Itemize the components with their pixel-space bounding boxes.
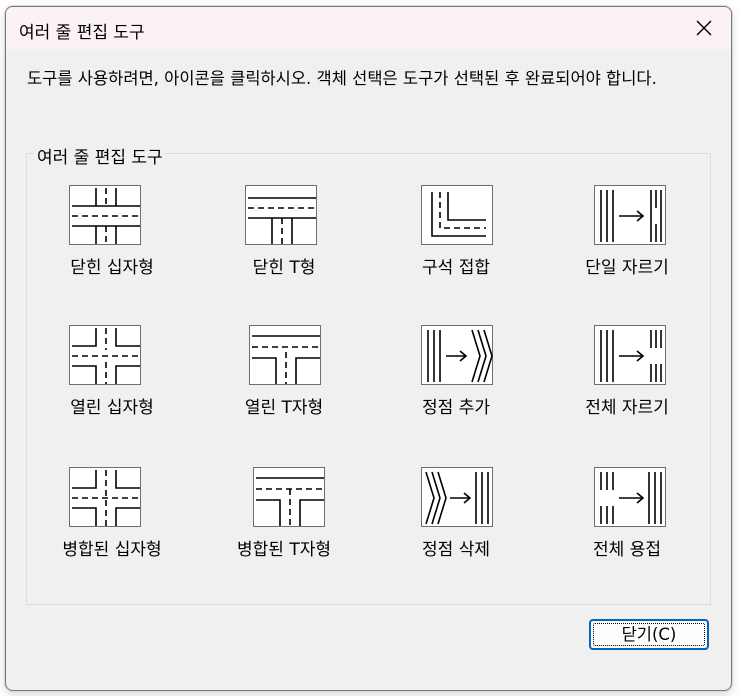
tool-cut-single[interactable]: 단일 자르기 bbox=[542, 185, 712, 295]
window-title: 여러 줄 편집 도구 bbox=[19, 23, 145, 43]
weld-all-icon[interactable] bbox=[594, 467, 666, 527]
close-button[interactable]: 닫기(C) bbox=[589, 619, 709, 650]
cut-all-icon[interactable] bbox=[594, 325, 666, 385]
tool-label: 병합된 십자형 bbox=[62, 540, 162, 560]
tool-label: 정점 추가 bbox=[422, 398, 490, 418]
tool-weld-all[interactable]: 전체 용접 bbox=[542, 467, 712, 577]
tool-label: 전체 용접 bbox=[593, 540, 661, 560]
closed-tee-icon[interactable] bbox=[245, 185, 317, 245]
closed-cross-icon[interactable] bbox=[69, 185, 141, 245]
tool-merged-tee[interactable]: 병합된 T자형 bbox=[199, 467, 369, 577]
tool-label: 구석 접합 bbox=[422, 258, 490, 278]
open-cross-icon[interactable] bbox=[69, 325, 141, 385]
tools-groupbox: 여러 줄 편집 도구 닫힌 십자형 닫힌 T형 구석 접합 단일 자르기 열린 … bbox=[26, 143, 712, 605]
tool-label: 닫힌 T형 bbox=[252, 258, 316, 278]
cut-single-icon[interactable] bbox=[594, 185, 666, 245]
corner-joint-icon[interactable] bbox=[421, 185, 493, 245]
open-tee-icon[interactable] bbox=[249, 325, 321, 385]
tool-label: 정점 삭제 bbox=[422, 540, 490, 560]
tool-label: 전체 자르기 bbox=[585, 398, 669, 418]
close-icon bbox=[696, 20, 712, 36]
focus-rectangle bbox=[593, 623, 705, 646]
tool-label: 열린 십자형 bbox=[70, 398, 154, 418]
title-bar: 여러 줄 편집 도구 bbox=[6, 7, 731, 49]
multiline-edit-tools-dialog: 여러 줄 편집 도구 도구를 사용하려면, 아이콘을 클릭하시오. 객체 선택은… bbox=[5, 6, 732, 691]
window-close-button[interactable] bbox=[681, 9, 727, 47]
groupbox-label: 여러 줄 편집 도구 bbox=[34, 143, 166, 168]
tool-closed-cross[interactable]: 닫힌 십자형 bbox=[27, 185, 197, 295]
tool-label: 닫힌 십자형 bbox=[70, 258, 154, 278]
merged-cross-icon[interactable] bbox=[69, 467, 141, 527]
delete-vertex-icon[interactable] bbox=[421, 467, 493, 527]
instruction-text: 도구를 사용하려면, 아이콘을 클릭하시오. 객체 선택은 도구가 선택된 후 … bbox=[27, 69, 657, 88]
tool-open-cross[interactable]: 열린 십자형 bbox=[27, 325, 197, 435]
tool-label: 단일 자르기 bbox=[585, 258, 669, 278]
tool-open-tee[interactable]: 열린 T자형 bbox=[199, 325, 369, 435]
tool-merged-cross[interactable]: 병합된 십자형 bbox=[27, 467, 197, 577]
add-vertex-icon[interactable] bbox=[421, 325, 493, 385]
tool-add-vertex[interactable]: 정점 추가 bbox=[371, 325, 541, 435]
tool-corner-joint[interactable]: 구석 접합 bbox=[371, 185, 541, 295]
merged-tee-icon[interactable] bbox=[253, 467, 325, 527]
tool-delete-vertex[interactable]: 정점 삭제 bbox=[371, 467, 541, 577]
tool-label: 병합된 T자형 bbox=[237, 540, 331, 560]
tool-closed-tee[interactable]: 닫힌 T형 bbox=[199, 185, 369, 295]
tool-cut-all[interactable]: 전체 자르기 bbox=[542, 325, 712, 435]
tool-label: 열린 T자형 bbox=[244, 398, 324, 418]
